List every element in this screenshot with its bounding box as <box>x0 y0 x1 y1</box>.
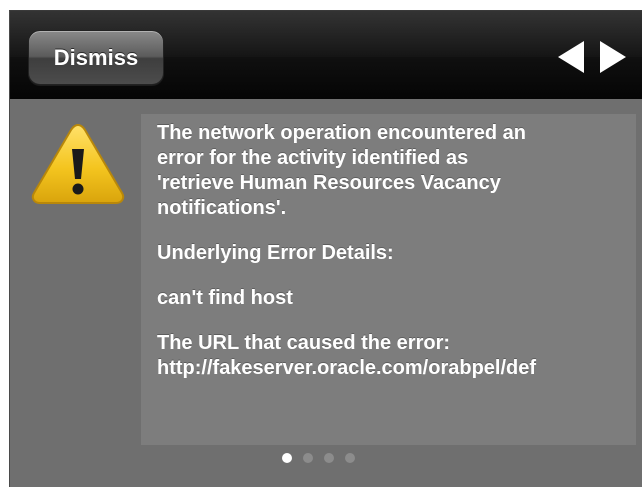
error-intro-text: The network operation encountered an err… <box>157 122 526 219</box>
left-arrow-icon[interactable] <box>558 41 584 73</box>
dismiss-button[interactable]: Dismiss <box>28 30 164 85</box>
error-details-heading: Underlying Error Details: <box>157 242 394 264</box>
page-indicator <box>282 453 355 465</box>
error-message-content: The network operation encountered an err… <box>157 121 632 401</box>
warning-icon <box>31 123 125 204</box>
alert-screen: Dismiss The network operation encountere… <box>9 10 642 487</box>
error-message-panel[interactable]: The network operation encountered an err… <box>141 114 636 445</box>
error-url-label: The URL that caused the error: <box>157 332 451 354</box>
error-url-text: http://fakeserver.oracle.com/orabpel/def <box>157 357 537 379</box>
page-dot-1[interactable] <box>282 453 292 463</box>
toolbar: Dismiss <box>10 11 642 99</box>
right-arrow-icon[interactable] <box>600 41 626 73</box>
page-dot-2[interactable] <box>303 453 313 463</box>
error-details-text: can't find host <box>157 287 293 309</box>
page-dot-3[interactable] <box>324 453 334 463</box>
page-dot-4[interactable] <box>345 453 355 463</box>
